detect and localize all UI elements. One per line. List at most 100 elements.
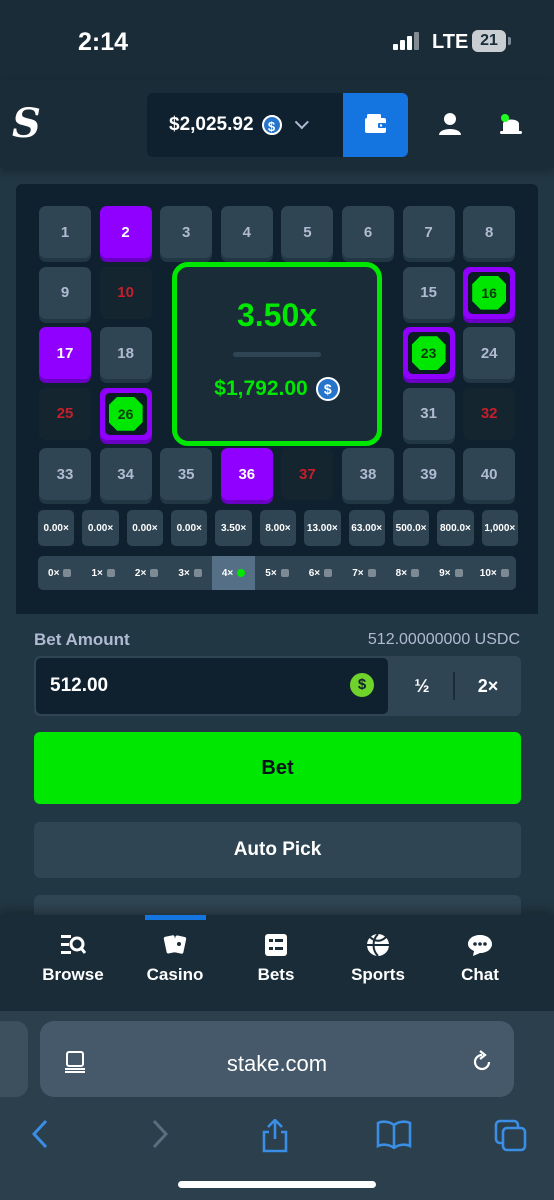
hits-dot-icon	[237, 569, 246, 577]
active-tab-indicator	[145, 915, 206, 920]
hits-label: 8×	[395, 567, 408, 579]
tile-38[interactable]: 38	[342, 448, 394, 501]
bookmarks-icon[interactable]	[376, 1119, 412, 1149]
hits-cell: 6×	[299, 556, 342, 590]
tile-4[interactable]: 4	[220, 206, 273, 258]
previous-tab-preview[interactable]	[0, 1021, 28, 1097]
hits-cell: 10×	[473, 556, 516, 590]
tile-31[interactable]: 31	[402, 387, 455, 440]
app-header: S $2,025.92 $	[0, 80, 554, 168]
hits-dot-icon	[193, 569, 202, 577]
payout-table: 0.00× 0.00× 0.00× 0.00× 3.50× 8.00× 13.00× 63.0…	[38, 510, 518, 546]
half-bet-button[interactable]: ½	[390, 656, 454, 716]
tile-8[interactable]: 8	[463, 206, 516, 258]
user-icon[interactable]	[438, 112, 462, 141]
payout-cell: 0.00×	[126, 510, 164, 546]
tile-2[interactable]: 2	[99, 206, 152, 258]
tile-36[interactable]: 36	[220, 448, 273, 501]
tile-33[interactable]: 33	[39, 448, 91, 501]
tile-6[interactable]: 6	[342, 206, 394, 258]
browse-icon	[61, 935, 86, 954]
hits-label: 6×	[308, 567, 321, 579]
tile-7[interactable]: 7	[402, 206, 455, 258]
bets-icon	[265, 934, 287, 956]
forward-icon[interactable]	[150, 1119, 170, 1149]
hits-dot-icon	[324, 569, 333, 577]
payout-cell: 0.00×	[82, 510, 119, 546]
payout-cell: 8.00×	[259, 510, 297, 546]
chevron-down-icon	[294, 115, 309, 130]
payout-cell: 13.00×	[304, 510, 341, 546]
auto-pick-button[interactable]: Auto Pick	[34, 822, 521, 878]
home-indicator	[178, 1181, 376, 1188]
network-label: LTE	[432, 31, 469, 53]
bet-usd-value: 512.00000000 USDC	[367, 631, 520, 648]
chat-icon	[468, 935, 492, 956]
back-icon[interactable]	[30, 1119, 50, 1149]
balance-selector[interactable]: $2,025.92 $	[147, 93, 343, 157]
tile-26[interactable]: 26	[99, 387, 152, 440]
stake-logo[interactable]: S	[12, 100, 41, 147]
tile-35[interactable]: 35	[160, 448, 213, 501]
hits-label: 2×	[134, 567, 147, 579]
tile-17[interactable]: 17	[39, 327, 91, 380]
hits-cell: 5×	[255, 556, 298, 590]
hits-row: 0× 1× 2× 3× 4× 5× 6× 7× 8× 9× 10×	[38, 556, 516, 590]
bet-amount-label: Bet Amount	[34, 630, 130, 649]
hits-dot-icon	[367, 569, 376, 577]
tab-browse[interactable]: Browse	[28, 933, 118, 985]
share-icon[interactable]	[260, 1119, 290, 1153]
hits-dot-icon	[106, 569, 115, 577]
tile-number: 23	[420, 345, 437, 362]
tile-37[interactable]: 37	[281, 448, 334, 501]
tile-1[interactable]: 1	[39, 206, 91, 258]
hits-label: 1×	[91, 567, 103, 579]
hits-dot-icon	[280, 569, 289, 577]
payout-cell: 1,000×	[481, 510, 518, 546]
double-bet-button[interactable]: 2×	[455, 656, 521, 716]
tile-32[interactable]: 32	[463, 387, 516, 440]
tile-10[interactable]: 10	[99, 266, 152, 319]
notification-bell-icon[interactable]	[498, 112, 524, 143]
tile-16[interactable]: 16	[463, 266, 516, 319]
hits-cell: 8×	[386, 556, 429, 590]
tab-casino[interactable]: Casino	[130, 933, 220, 985]
tile-5[interactable]: 5	[281, 206, 334, 258]
tile-23[interactable]: 23	[402, 327, 455, 380]
gem-icon: 26	[104, 392, 147, 435]
hits-cell: 0×	[38, 556, 81, 590]
address-bar[interactable]: stake.com	[40, 1021, 514, 1097]
bet-button[interactable]: Bet	[34, 732, 521, 804]
hits-label: 3×	[178, 567, 190, 579]
tile-18[interactable]: 18	[99, 327, 152, 380]
reload-icon[interactable]	[470, 1050, 494, 1074]
tile-15[interactable]: 15	[402, 266, 455, 319]
wallet-button[interactable]	[343, 93, 408, 157]
payout-cell: 500.0×	[392, 510, 430, 546]
tile-3[interactable]: 3	[160, 206, 213, 258]
tab-bets[interactable]: Bets	[231, 933, 321, 985]
tab-chat[interactable]: Chat	[435, 933, 525, 985]
hits-label: 9×	[439, 567, 451, 579]
tile-39[interactable]: 39	[402, 448, 455, 501]
dollar-coin-icon: $	[350, 673, 374, 697]
hits-label: 0×	[48, 567, 60, 579]
tabs-icon[interactable]	[494, 1119, 528, 1153]
tile-34[interactable]: 34	[99, 448, 152, 501]
hits-label: 5×	[265, 567, 277, 579]
result-multiplier: 3.50x	[236, 297, 318, 333]
hits-label: 4×	[221, 567, 234, 579]
result-amount: $1,792.00	[214, 377, 308, 400]
hits-cell: 3×	[168, 556, 211, 590]
tile-25[interactable]: 25	[39, 387, 91, 440]
bet-amount-input[interactable]: 512.00 $	[36, 658, 388, 714]
payout-cell: 0.00×	[38, 510, 75, 546]
tab-sports[interactable]: Sports	[333, 933, 423, 985]
tab-label: Browse	[42, 965, 104, 984]
tile-9[interactable]: 9	[39, 266, 91, 319]
tile-24[interactable]: 24	[463, 327, 516, 380]
browser-nav-row	[0, 1101, 554, 1161]
tile-40[interactable]: 40	[463, 448, 516, 501]
tile-number: 26	[117, 405, 134, 422]
usdc-icon: $	[315, 377, 340, 401]
